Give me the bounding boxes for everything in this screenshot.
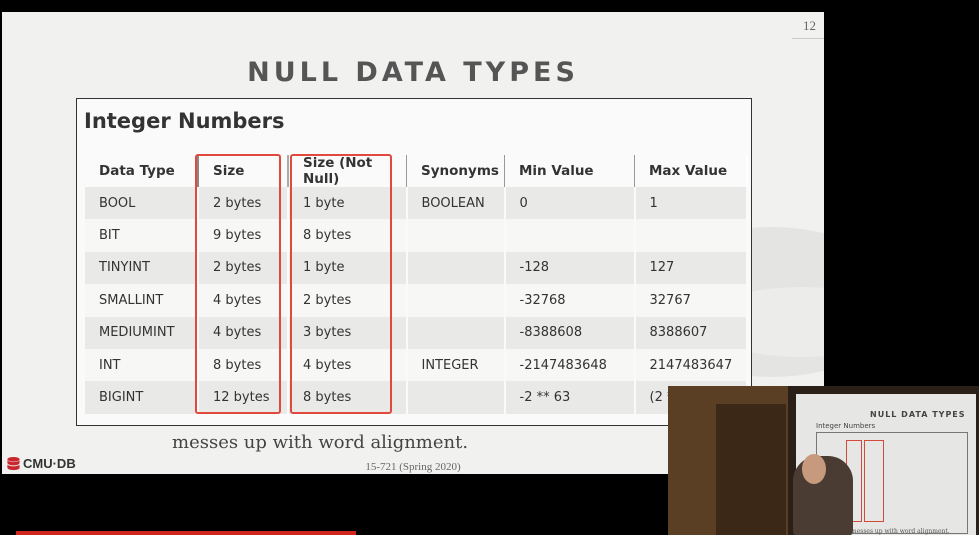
table-cell: 127	[634, 251, 748, 285]
table-cell: -8388608	[504, 316, 636, 349]
table-cell: 0	[504, 187, 636, 220]
webcam-overlay: NULL DATA TYPES Integer Numbers messes u…	[668, 386, 979, 535]
table-row: BOOL 2 bytes 1 byte BOOLEAN 0 1	[85, 187, 748, 220]
table-row: SMALLINT 4 bytes 2 bytes -32768 32767	[85, 284, 748, 317]
size-highlight-box	[195, 154, 281, 414]
table-cell	[504, 219, 636, 252]
table-cell	[406, 251, 506, 285]
slide-number-rule	[792, 38, 824, 39]
webcam-door	[716, 404, 786, 535]
table-cell: -32768	[504, 284, 636, 317]
table-cell: MEDIUMINT	[85, 316, 199, 349]
table-cell: 8388607	[634, 316, 748, 349]
table-row: TINYINT 2 bytes 1 byte -128 127	[85, 251, 748, 285]
table-cell	[406, 219, 506, 252]
table-cell: BIT	[85, 219, 199, 252]
webcam-highlight-box	[864, 440, 884, 522]
table-cell: -2147483648	[504, 348, 636, 382]
column-header: Min Value	[504, 155, 635, 187]
table-row: BIT 9 bytes 8 bytes	[85, 219, 748, 252]
column-header: Synonyms	[406, 155, 505, 187]
panel-title: Integer Numbers	[84, 109, 285, 133]
column-header: Data Type	[85, 155, 199, 187]
table-cell: TINYINT	[85, 251, 199, 285]
table-header-row: Data Type Size Size (Not Null) Synonyms …	[85, 155, 748, 187]
webcam-slide-subtitle: Integer Numbers	[816, 422, 876, 430]
table-cell	[406, 316, 506, 349]
table-cell: 32767	[634, 284, 748, 317]
logo-text: CMU·DB	[23, 456, 76, 471]
table-cell	[406, 284, 506, 317]
slide-caption: messes up with word alignment.	[172, 432, 469, 453]
webcam-slide-caption: messes up with word alignment.	[851, 528, 950, 535]
table-cell	[634, 219, 748, 252]
table-row: MEDIUMINT 4 bytes 3 bytes -8388608 83886…	[85, 316, 748, 349]
cmu-db-logo: CMU·DB	[6, 456, 76, 471]
table-cell: INT	[85, 348, 199, 382]
table-cell	[406, 381, 506, 414]
video-progress-bar[interactable]	[16, 531, 356, 535]
presenter-face	[802, 454, 826, 484]
integer-types-table: Data Type Size Size (Not Null) Synonyms …	[85, 155, 748, 414]
table-cell: SMALLINT	[85, 284, 199, 317]
webcam-slide-title: NULL DATA TYPES	[870, 410, 966, 419]
column-header: Max Value	[634, 155, 748, 187]
table-row: INT 8 bytes 4 bytes INTEGER -2147483648 …	[85, 348, 748, 382]
table-screenshot-panel: Integer Numbers Data Type Size Size (Not…	[76, 98, 752, 426]
table-cell: 2147483647	[634, 348, 748, 382]
table-cell: 1	[634, 187, 748, 220]
size-not-null-highlight-box	[290, 154, 392, 414]
table-cell: BOOLEAN	[406, 187, 506, 220]
table-cell: INTEGER	[406, 348, 506, 382]
slide-title: NULL DATA TYPES	[247, 57, 579, 88]
slide-number: 12	[803, 18, 816, 33]
table-row: BIGINT 12 bytes 8 bytes -2 ** 63 (2 **	[85, 381, 748, 414]
table-cell: BOOL	[85, 187, 199, 220]
table-cell: -2 ** 63	[504, 381, 636, 414]
database-icon	[6, 456, 21, 471]
table-cell: BIGINT	[85, 381, 199, 414]
table-cell: -128	[504, 251, 636, 285]
